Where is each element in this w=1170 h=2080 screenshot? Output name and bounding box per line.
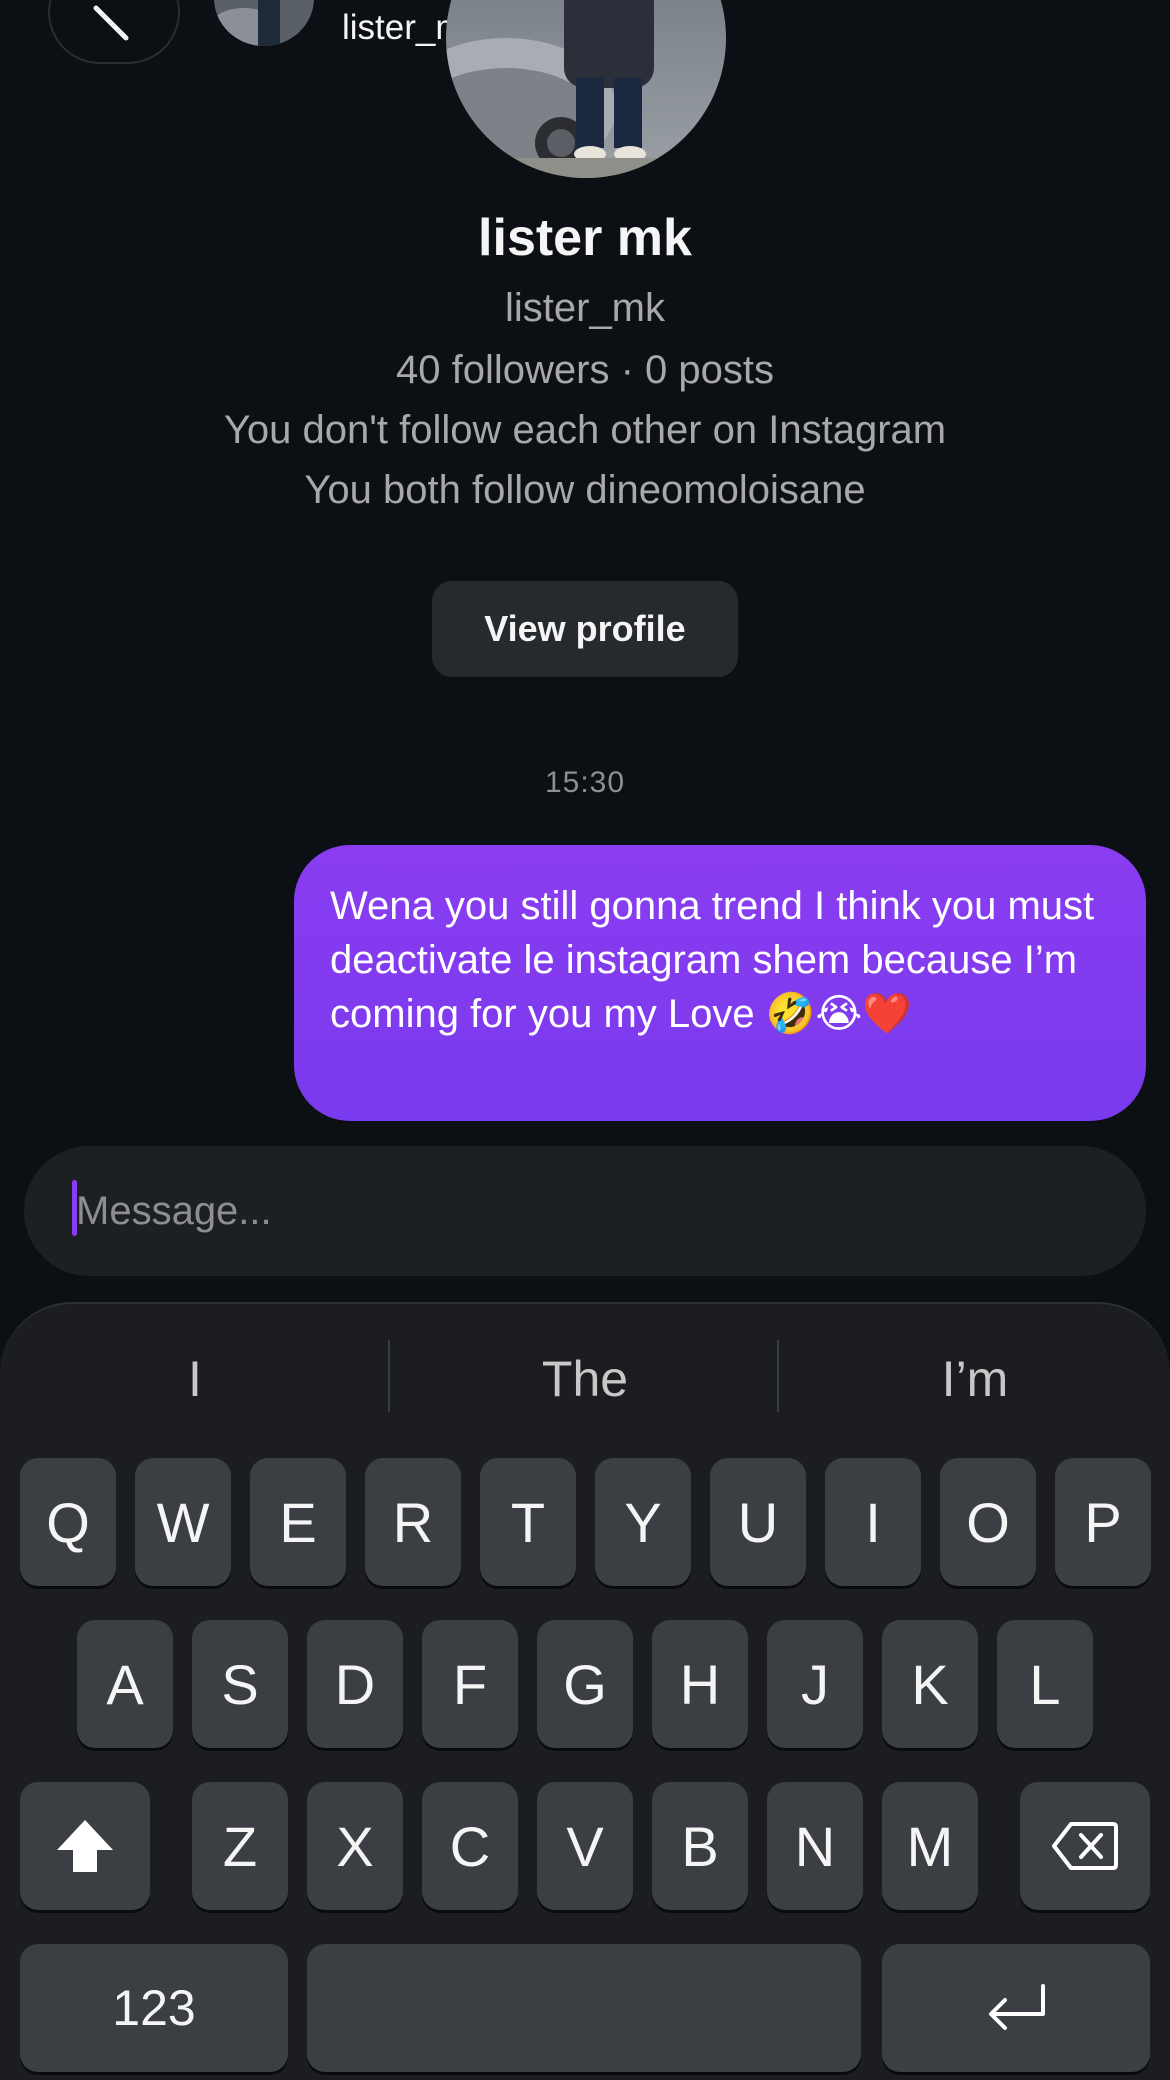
dm-thread-screen: { "header": { "username": "lister_mk" },… <box>0 0 1170 2080</box>
view-profile-button[interactable]: View profile <box>432 581 738 677</box>
key-c[interactable]: C <box>422 1782 518 1910</box>
key-t[interactable]: T <box>480 1458 576 1586</box>
key-r[interactable]: R <box>365 1458 461 1586</box>
key-a[interactable]: A <box>77 1620 173 1748</box>
message-timestamp: 15:30 <box>544 766 626 799</box>
shift-icon <box>57 1820 113 1872</box>
message-input[interactable] <box>76 1146 1076 1276</box>
key-q[interactable]: Q <box>20 1458 116 1586</box>
key-h[interactable]: H <box>652 1620 748 1748</box>
suggestion-1[interactable]: I <box>2 1344 388 1414</box>
shift-key[interactable] <box>20 1782 150 1910</box>
return-key[interactable] <box>882 1944 1150 2072</box>
back-arrow-icon <box>93 5 129 41</box>
key-b[interactable]: B <box>652 1782 748 1910</box>
mutual-follow-text: You both follow dineomoloisane <box>304 468 866 512</box>
key-d[interactable]: D <box>307 1620 403 1748</box>
key-p[interactable]: P <box>1055 1458 1151 1586</box>
key-s[interactable]: S <box>192 1620 288 1748</box>
message-composer[interactable] <box>24 1146 1146 1276</box>
backspace-icon <box>1052 1822 1118 1870</box>
key-n[interactable]: N <box>767 1782 863 1910</box>
key-k[interactable]: K <box>882 1620 978 1748</box>
key-v[interactable]: V <box>537 1782 633 1910</box>
suggestion-divider <box>388 1340 390 1412</box>
text-caret <box>72 1180 77 1236</box>
key-f[interactable]: F <box>422 1620 518 1748</box>
profile-stats: 40 followers · 0 posts <box>396 348 774 392</box>
key-g[interactable]: G <box>537 1620 633 1748</box>
suggestion-2[interactable]: The <box>392 1344 778 1414</box>
key-e[interactable]: E <box>250 1458 346 1586</box>
return-icon <box>989 1984 1045 2030</box>
key-j[interactable]: J <box>767 1620 863 1748</box>
key-z[interactable]: Z <box>192 1782 288 1910</box>
profile-avatar[interactable] <box>446 0 726 178</box>
key-x[interactable]: X <box>307 1782 403 1910</box>
header-avatar[interactable] <box>214 0 314 46</box>
suggestion-3[interactable]: I’m <box>782 1344 1168 1414</box>
suggestion-divider <box>777 1340 779 1412</box>
key-i[interactable]: I <box>825 1458 921 1586</box>
key-o[interactable]: O <box>940 1458 1036 1586</box>
backspace-key[interactable] <box>1020 1782 1150 1910</box>
space-key[interactable] <box>307 1944 861 2072</box>
key-u[interactable]: U <box>710 1458 806 1586</box>
key-y[interactable]: Y <box>595 1458 691 1586</box>
numbers-key[interactable]: 123 <box>20 1944 288 2072</box>
follow-status-text: You don't follow each other on Instagram <box>223 408 947 452</box>
profile-username: lister_mk <box>504 286 666 330</box>
back-button[interactable] <box>48 0 180 64</box>
key-m[interactable]: M <box>882 1782 978 1910</box>
profile-display-name: lister mk <box>478 209 692 267</box>
key-l[interactable]: L <box>997 1620 1093 1748</box>
key-w[interactable]: W <box>135 1458 231 1586</box>
sent-message-bubble[interactable]: Wena you still gonna trend I think you m… <box>294 845 1146 1121</box>
